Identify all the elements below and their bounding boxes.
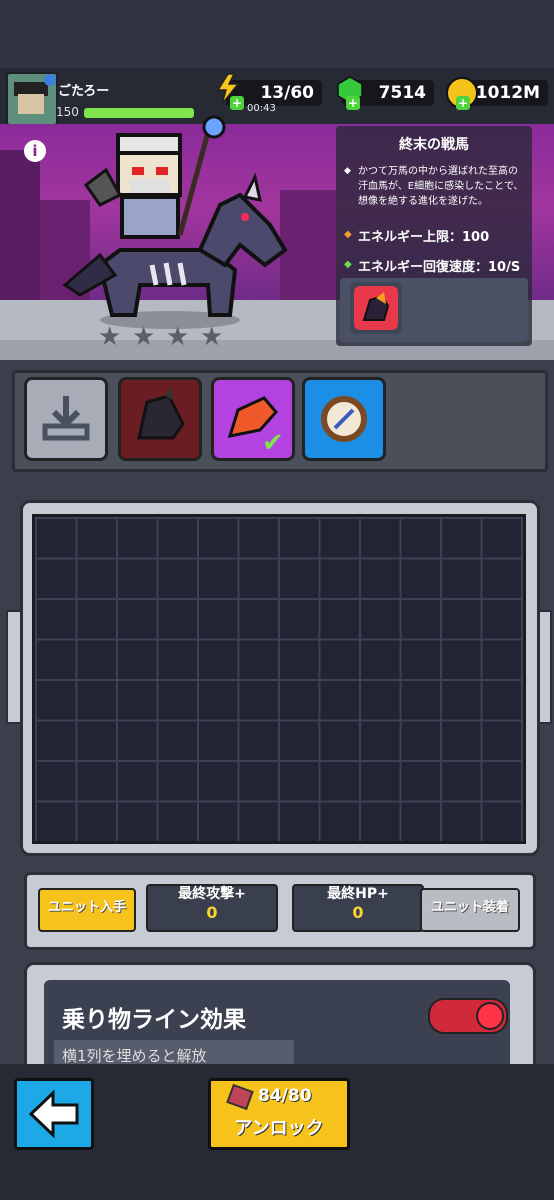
mount-description: かつて万馬の中から選ばれた至高の汗血馬が、E細胞に感染したことで、想像を絶する進… [358,166,524,207]
ring-item-slot[interactable] [302,377,386,461]
energy-value: 13/60 [260,83,314,103]
download-icon [42,396,90,441]
energy-regen-stat: エネルギー回復速度：10/S [358,260,521,275]
mount-ability-slot[interactable] [350,282,402,334]
energy-timer: 00:43 [247,103,276,114]
rating-star-icon: ★ [200,322,224,352]
energy-plus-icon[interactable]: + [230,96,244,110]
ride-line-title: 乗り物ライン効果 [62,1007,246,1033]
mount-slot[interactable] [118,377,202,461]
final-hp-stat: 最終HP+ 0 [292,884,424,932]
rating-star-icon: ★ [166,322,190,352]
orange-diamond-icon: ◆ [344,229,352,240]
energy-cap-stat: エネルギー上限：100 [358,230,490,245]
unit-placement-grid[interactable] [32,514,526,844]
player-avatar[interactable] [6,72,58,126]
back-button[interactable] [14,1078,94,1150]
final-hp-value: 0 [352,903,364,922]
horse-ability-icon [354,286,398,330]
final-attack-value: 0 [206,903,218,922]
download-slot[interactable] [24,377,108,461]
mount-character-image [60,115,300,330]
rating-star-icon: ★ [132,322,156,352]
gold-plus-icon[interactable]: + [456,96,470,110]
green-diamond-icon: ◆ [344,259,352,270]
ring-icon [321,396,367,442]
info-icon[interactable]: i [24,140,46,162]
avatar-badge-icon [44,74,56,86]
diamond-bullet-icon: ◆ [344,166,351,176]
gem-value: 7514 [378,83,426,103]
unlock-label: アンロック [234,1118,324,1139]
ride-line-subtitle: 横1列を埋めると解放 [62,1047,207,1065]
equip-unit-button[interactable]: ユニット装着 [420,888,520,932]
final-attack-stat: 最終攻撃+ 0 [146,884,278,932]
arrow-left-icon [28,1089,79,1139]
mount-title: 終末の戦馬 [399,137,469,153]
status-area [0,0,554,68]
unlock-part-icon [226,1083,254,1111]
get-unit-button[interactable]: ユニット入手 [38,888,136,932]
gold-value: 1012M [475,83,540,103]
final-hp-label: 最終HP+ [327,886,389,902]
rating-star-icon: ★ [98,322,122,352]
player-name: ごたろー [58,84,110,99]
city-building [0,150,40,300]
final-attack-label: 最終攻撃+ [178,886,246,902]
unlock-count: 84/80 [258,1086,312,1106]
toggle-knob [476,1002,504,1030]
horse-head-icon [137,386,185,440]
checkmark-icon: ✔ [262,428,284,458]
gem-plus-icon[interactable]: + [346,96,360,110]
